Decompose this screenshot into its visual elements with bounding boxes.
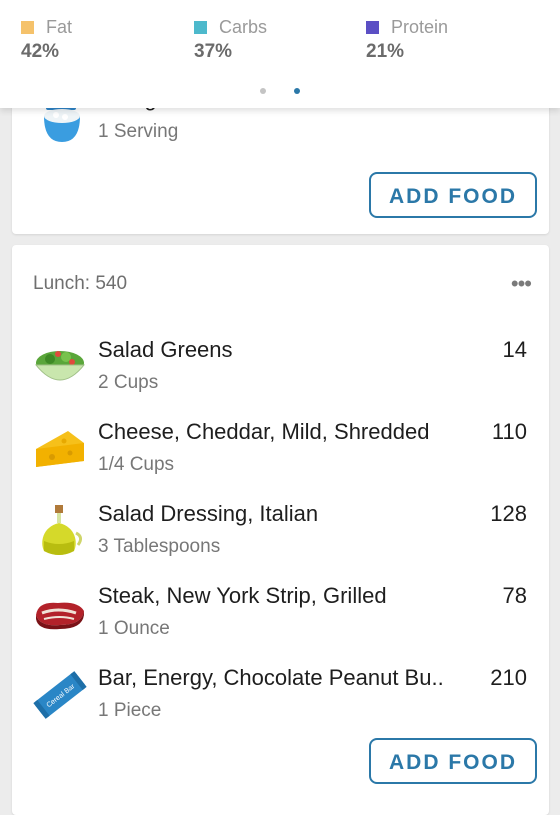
macro-summary-panel: Fat 42% Carbs 37% Protein 21%	[0, 0, 560, 108]
food-row[interactable]: Steak, New York Strip, Grilled 1 Ounce 7…	[12, 583, 549, 665]
food-row[interactable]: Cereal Bar Bar, Energy, Chocolate Peanut…	[12, 665, 549, 747]
macro-percent: 42%	[21, 41, 60, 62]
page-indicator[interactable]	[0, 81, 560, 99]
macro-name: Carbs	[219, 16, 268, 37]
macro-name: Protein	[391, 16, 449, 37]
carbs-swatch	[194, 20, 207, 34]
fat-swatch	[21, 20, 34, 34]
macro-protein: Protein 21%	[366, 15, 448, 63]
lunch-card: Lunch: 540 ••• Salad Greens 2 Cups 14 Ch…	[12, 245, 549, 815]
food-name: Steak, New York Strip, Grilled	[98, 583, 387, 608]
page-dot-1[interactable]	[259, 88, 266, 94]
food-name: Salad Dressing, Italian	[98, 501, 319, 526]
steak-icon	[36, 602, 84, 630]
add-food-button-lunch[interactable]: ADD FOOD	[369, 738, 537, 784]
food-name: Cheese, Cheddar, Mild, Shredded	[98, 419, 430, 444]
food-serving: 2 Cups	[98, 372, 159, 393]
food-serving: 1 Ounce	[98, 618, 170, 639]
food-calories: 78	[502, 583, 527, 608]
food-calories: 128	[490, 501, 527, 526]
protein-swatch	[366, 20, 379, 34]
add-food-button-breakfast[interactable]: ADD FOOD	[369, 172, 537, 218]
cheese-icon	[36, 431, 84, 467]
food-calories: 210	[490, 665, 527, 690]
food-serving: 1 Serving	[98, 121, 179, 142]
food-row[interactable]: Salad Greens 2 Cups 14	[12, 337, 549, 419]
page-dot-2-active[interactable]	[294, 88, 301, 94]
macro-fat: Fat 42%	[21, 15, 72, 63]
food-name: Salad Greens	[98, 337, 233, 362]
food-serving: 3 Tablespoons	[98, 536, 221, 557]
food-serving: 1 Piece	[98, 700, 162, 721]
food-row[interactable]: Cheese, Cheddar, Mild, Shredded 1/4 Cups…	[12, 419, 549, 501]
food-row[interactable]: Salad Dressing, Italian 3 Tablespoons 12…	[12, 501, 549, 583]
food-name: Bar, Energy, Chocolate Peanut Bu..	[98, 665, 444, 690]
food-calories: 110	[491, 419, 527, 444]
more-options-icon[interactable]: •••	[511, 271, 532, 297]
oil-bottle-icon	[42, 505, 83, 555]
food-calories: 14	[502, 337, 527, 362]
macro-carbs: Carbs 37%	[194, 15, 267, 63]
meal-title: Lunch: 540	[33, 273, 128, 294]
macro-percent: 21%	[366, 41, 405, 62]
food-serving: 1/4 Cups	[98, 454, 175, 475]
salad-bowl-icon	[34, 351, 86, 381]
macro-percent: 37%	[194, 41, 233, 62]
macro-name: Fat	[46, 16, 73, 37]
cereal-bar-icon: Cereal Bar	[33, 671, 87, 719]
